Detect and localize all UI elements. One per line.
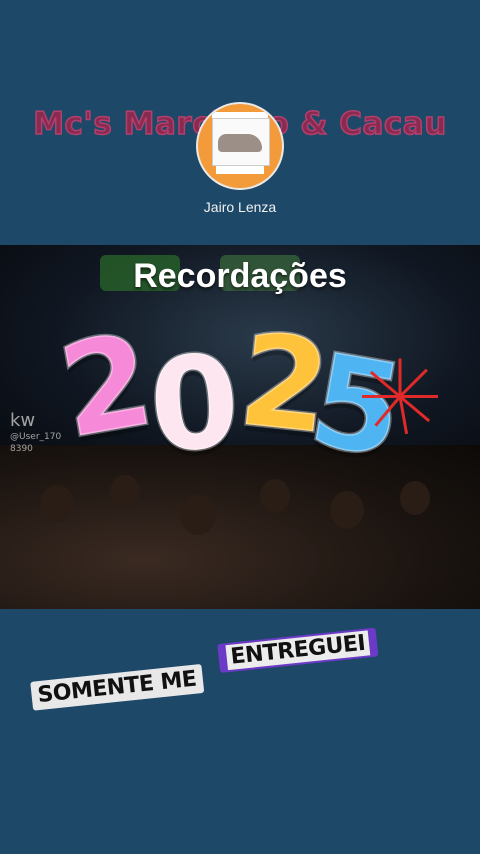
video-frame[interactable]: kw @User_170 8390 Recordações 2 0 2 5 bbox=[0, 245, 480, 609]
firework-icon bbox=[360, 355, 440, 435]
crowd-head bbox=[40, 485, 74, 523]
crowd-head bbox=[180, 495, 216, 535]
crowd-head bbox=[400, 481, 430, 515]
car-icon bbox=[218, 134, 262, 152]
caption-part1: SOMENTE ME bbox=[30, 663, 204, 711]
author-name[interactable]: Jairo Lenza bbox=[0, 199, 480, 215]
year-graphic: 2 0 2 5 bbox=[0, 304, 480, 489]
crowd-head bbox=[110, 475, 140, 509]
avatar-name-tag bbox=[216, 166, 264, 174]
crowd-head bbox=[330, 491, 364, 529]
caption-part2: ENTREGUEI bbox=[225, 630, 371, 671]
crowd-head bbox=[260, 479, 290, 513]
year-digit: 0 bbox=[143, 326, 245, 484]
author-avatar[interactable] bbox=[198, 104, 282, 188]
video-headline: Recordações bbox=[133, 257, 347, 295]
